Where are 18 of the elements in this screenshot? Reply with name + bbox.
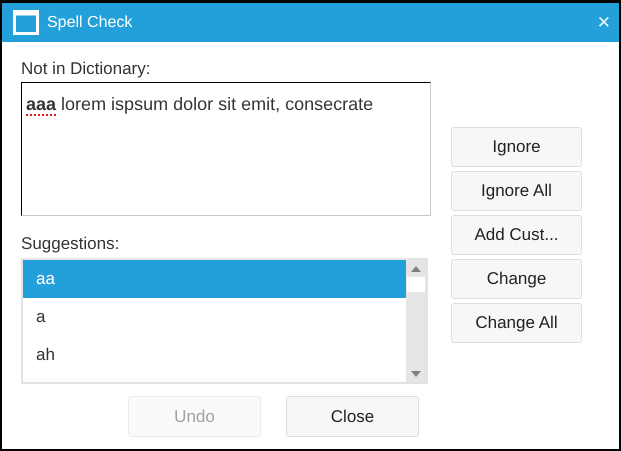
- dialog-button[interactable]: Ignore: [451, 127, 582, 167]
- dialog-button[interactable]: Add Cust...: [451, 215, 582, 255]
- dialog-button[interactable]: Change All: [451, 303, 582, 343]
- scroll-up-icon[interactable]: [411, 266, 421, 272]
- suggestion-item[interactable]: ah: [23, 336, 406, 374]
- scrollbar[interactable]: [406, 260, 426, 382]
- suggestion-item[interactable]: a: [23, 298, 406, 336]
- window-icon: [13, 10, 39, 35]
- dialog-button[interactable]: Close: [286, 396, 419, 437]
- dialog-button[interactable]: Ignore All: [451, 171, 582, 211]
- text-field[interactable]: aaa lorem ispsum dolor sit emit, consecrate: [21, 82, 431, 216]
- scroll-down-icon[interactable]: [411, 371, 421, 377]
- dialog-button[interactable]: Change: [451, 259, 582, 299]
- scroll-thumb[interactable]: [407, 277, 425, 292]
- sentence-text: aaa lorem ispsum dolor sit emit, consecrate: [26, 94, 374, 114]
- not-in-dictionary-label: Not in Dictionary:: [21, 59, 152, 80]
- window-title: Spell Check: [47, 14, 134, 32]
- suggestions-label: Suggestions:: [21, 234, 120, 254]
